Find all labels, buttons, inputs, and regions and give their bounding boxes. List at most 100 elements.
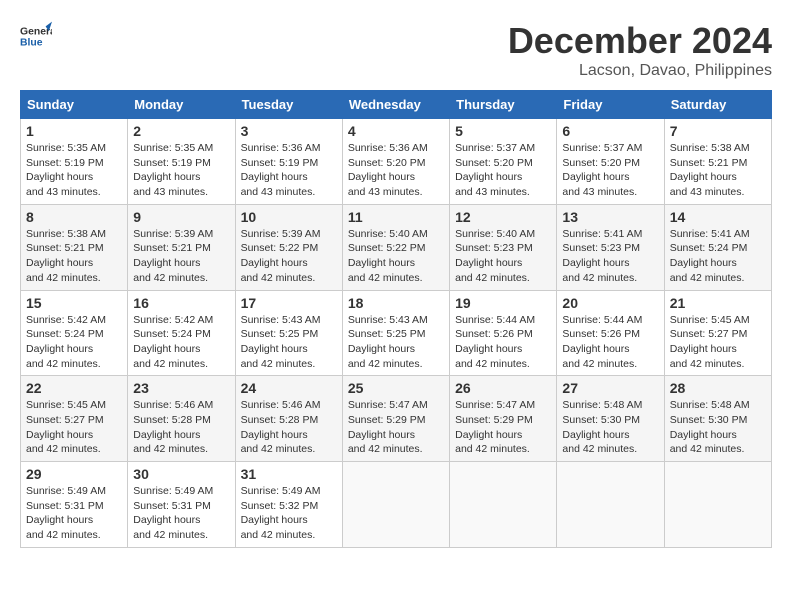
weekday-header-row: SundayMondayTuesdayWednesdayThursdayFrid… <box>21 91 772 119</box>
day-info: Sunrise: 5:42 AM Sunset: 5:24 PM Dayligh… <box>26 313 122 372</box>
day-number: 7 <box>670 123 766 139</box>
day-number: 4 <box>348 123 444 139</box>
calendar-subtitle: Lacson, Davao, Philippines <box>508 62 772 80</box>
calendar-cell: 31 Sunrise: 5:49 AM Sunset: 5:32 PM Dayl… <box>235 462 342 548</box>
calendar-cell: 14 Sunrise: 5:41 AM Sunset: 5:24 PM Dayl… <box>664 204 771 290</box>
day-number: 17 <box>241 295 337 311</box>
day-number: 1 <box>26 123 122 139</box>
calendar-cell: 5 Sunrise: 5:37 AM Sunset: 5:20 PM Dayli… <box>450 119 557 205</box>
day-info: Sunrise: 5:36 AM Sunset: 5:19 PM Dayligh… <box>241 141 337 200</box>
weekday-header: Wednesday <box>342 91 449 119</box>
day-info: Sunrise: 5:38 AM Sunset: 5:21 PM Dayligh… <box>670 141 766 200</box>
day-info: Sunrise: 5:48 AM Sunset: 5:30 PM Dayligh… <box>562 398 658 457</box>
logo: General Blue <box>20 20 56 52</box>
calendar-week-row: 22 Sunrise: 5:45 AM Sunset: 5:27 PM Dayl… <box>21 376 772 462</box>
weekday-header: Friday <box>557 91 664 119</box>
calendar-week-row: 15 Sunrise: 5:42 AM Sunset: 5:24 PM Dayl… <box>21 290 772 376</box>
day-info: Sunrise: 5:38 AM Sunset: 5:21 PM Dayligh… <box>26 227 122 286</box>
day-info: Sunrise: 5:45 AM Sunset: 5:27 PM Dayligh… <box>670 313 766 372</box>
calendar-cell: 6 Sunrise: 5:37 AM Sunset: 5:20 PM Dayli… <box>557 119 664 205</box>
day-info: Sunrise: 5:44 AM Sunset: 5:26 PM Dayligh… <box>455 313 551 372</box>
day-number: 29 <box>26 466 122 482</box>
day-info: Sunrise: 5:45 AM Sunset: 5:27 PM Dayligh… <box>26 398 122 457</box>
day-number: 21 <box>670 295 766 311</box>
weekday-header: Tuesday <box>235 91 342 119</box>
svg-text:Blue: Blue <box>20 38 43 49</box>
calendar-cell <box>450 462 557 548</box>
day-number: 24 <box>241 380 337 396</box>
calendar-cell: 17 Sunrise: 5:43 AM Sunset: 5:25 PM Dayl… <box>235 290 342 376</box>
day-info: Sunrise: 5:37 AM Sunset: 5:20 PM Dayligh… <box>455 141 551 200</box>
calendar-cell: 30 Sunrise: 5:49 AM Sunset: 5:31 PM Dayl… <box>128 462 235 548</box>
day-number: 27 <box>562 380 658 396</box>
calendar-cell: 22 Sunrise: 5:45 AM Sunset: 5:27 PM Dayl… <box>21 376 128 462</box>
calendar-cell: 11 Sunrise: 5:40 AM Sunset: 5:22 PM Dayl… <box>342 204 449 290</box>
weekday-header: Sunday <box>21 91 128 119</box>
day-number: 20 <box>562 295 658 311</box>
day-number: 14 <box>670 209 766 225</box>
day-info: Sunrise: 5:35 AM Sunset: 5:19 PM Dayligh… <box>133 141 229 200</box>
calendar-cell: 27 Sunrise: 5:48 AM Sunset: 5:30 PM Dayl… <box>557 376 664 462</box>
day-number: 3 <box>241 123 337 139</box>
day-number: 9 <box>133 209 229 225</box>
day-info: Sunrise: 5:43 AM Sunset: 5:25 PM Dayligh… <box>241 313 337 372</box>
calendar-cell: 29 Sunrise: 5:49 AM Sunset: 5:31 PM Dayl… <box>21 462 128 548</box>
calendar-week-row: 1 Sunrise: 5:35 AM Sunset: 5:19 PM Dayli… <box>21 119 772 205</box>
day-number: 11 <box>348 209 444 225</box>
calendar-cell: 24 Sunrise: 5:46 AM Sunset: 5:28 PM Dayl… <box>235 376 342 462</box>
day-info: Sunrise: 5:41 AM Sunset: 5:24 PM Dayligh… <box>670 227 766 286</box>
calendar-cell: 4 Sunrise: 5:36 AM Sunset: 5:20 PM Dayli… <box>342 119 449 205</box>
day-info: Sunrise: 5:39 AM Sunset: 5:22 PM Dayligh… <box>241 227 337 286</box>
calendar-cell: 8 Sunrise: 5:38 AM Sunset: 5:21 PM Dayli… <box>21 204 128 290</box>
title-block: December 2024 Lacson, Davao, Philippines <box>508 20 772 80</box>
calendar-cell: 20 Sunrise: 5:44 AM Sunset: 5:26 PM Dayl… <box>557 290 664 376</box>
day-number: 8 <box>26 209 122 225</box>
day-info: Sunrise: 5:47 AM Sunset: 5:29 PM Dayligh… <box>455 398 551 457</box>
calendar-cell: 23 Sunrise: 5:46 AM Sunset: 5:28 PM Dayl… <box>128 376 235 462</box>
calendar-table: SundayMondayTuesdayWednesdayThursdayFrid… <box>20 90 772 548</box>
calendar-cell: 2 Sunrise: 5:35 AM Sunset: 5:19 PM Dayli… <box>128 119 235 205</box>
weekday-header: Thursday <box>450 91 557 119</box>
calendar-cell: 10 Sunrise: 5:39 AM Sunset: 5:22 PM Dayl… <box>235 204 342 290</box>
day-number: 15 <box>26 295 122 311</box>
calendar-cell: 28 Sunrise: 5:48 AM Sunset: 5:30 PM Dayl… <box>664 376 771 462</box>
day-number: 25 <box>348 380 444 396</box>
day-number: 13 <box>562 209 658 225</box>
day-info: Sunrise: 5:44 AM Sunset: 5:26 PM Dayligh… <box>562 313 658 372</box>
day-number: 18 <box>348 295 444 311</box>
day-number: 19 <box>455 295 551 311</box>
day-number: 16 <box>133 295 229 311</box>
day-info: Sunrise: 5:42 AM Sunset: 5:24 PM Dayligh… <box>133 313 229 372</box>
day-info: Sunrise: 5:40 AM Sunset: 5:23 PM Dayligh… <box>455 227 551 286</box>
calendar-cell <box>342 462 449 548</box>
day-info: Sunrise: 5:49 AM Sunset: 5:31 PM Dayligh… <box>26 484 122 543</box>
calendar-cell <box>557 462 664 548</box>
day-number: 26 <box>455 380 551 396</box>
day-info: Sunrise: 5:49 AM Sunset: 5:31 PM Dayligh… <box>133 484 229 543</box>
day-info: Sunrise: 5:37 AM Sunset: 5:20 PM Dayligh… <box>562 141 658 200</box>
calendar-cell: 1 Sunrise: 5:35 AM Sunset: 5:19 PM Dayli… <box>21 119 128 205</box>
day-info: Sunrise: 5:48 AM Sunset: 5:30 PM Dayligh… <box>670 398 766 457</box>
day-number: 12 <box>455 209 551 225</box>
day-info: Sunrise: 5:47 AM Sunset: 5:29 PM Dayligh… <box>348 398 444 457</box>
day-info: Sunrise: 5:49 AM Sunset: 5:32 PM Dayligh… <box>241 484 337 543</box>
weekday-header: Monday <box>128 91 235 119</box>
calendar-cell: 7 Sunrise: 5:38 AM Sunset: 5:21 PM Dayli… <box>664 119 771 205</box>
day-info: Sunrise: 5:39 AM Sunset: 5:21 PM Dayligh… <box>133 227 229 286</box>
logo-icon: General Blue <box>20 20 52 52</box>
day-info: Sunrise: 5:36 AM Sunset: 5:20 PM Dayligh… <box>348 141 444 200</box>
calendar-cell: 9 Sunrise: 5:39 AM Sunset: 5:21 PM Dayli… <box>128 204 235 290</box>
day-number: 5 <box>455 123 551 139</box>
calendar-cell: 26 Sunrise: 5:47 AM Sunset: 5:29 PM Dayl… <box>450 376 557 462</box>
calendar-cell: 21 Sunrise: 5:45 AM Sunset: 5:27 PM Dayl… <box>664 290 771 376</box>
calendar-title: December 2024 <box>508 20 772 62</box>
weekday-header: Saturday <box>664 91 771 119</box>
day-info: Sunrise: 5:41 AM Sunset: 5:23 PM Dayligh… <box>562 227 658 286</box>
calendar-week-row: 29 Sunrise: 5:49 AM Sunset: 5:31 PM Dayl… <box>21 462 772 548</box>
day-info: Sunrise: 5:43 AM Sunset: 5:25 PM Dayligh… <box>348 313 444 372</box>
calendar-cell: 15 Sunrise: 5:42 AM Sunset: 5:24 PM Dayl… <box>21 290 128 376</box>
calendar-week-row: 8 Sunrise: 5:38 AM Sunset: 5:21 PM Dayli… <box>21 204 772 290</box>
page-header: General Blue December 2024 Lacson, Davao… <box>20 20 772 80</box>
day-number: 22 <box>26 380 122 396</box>
day-number: 31 <box>241 466 337 482</box>
